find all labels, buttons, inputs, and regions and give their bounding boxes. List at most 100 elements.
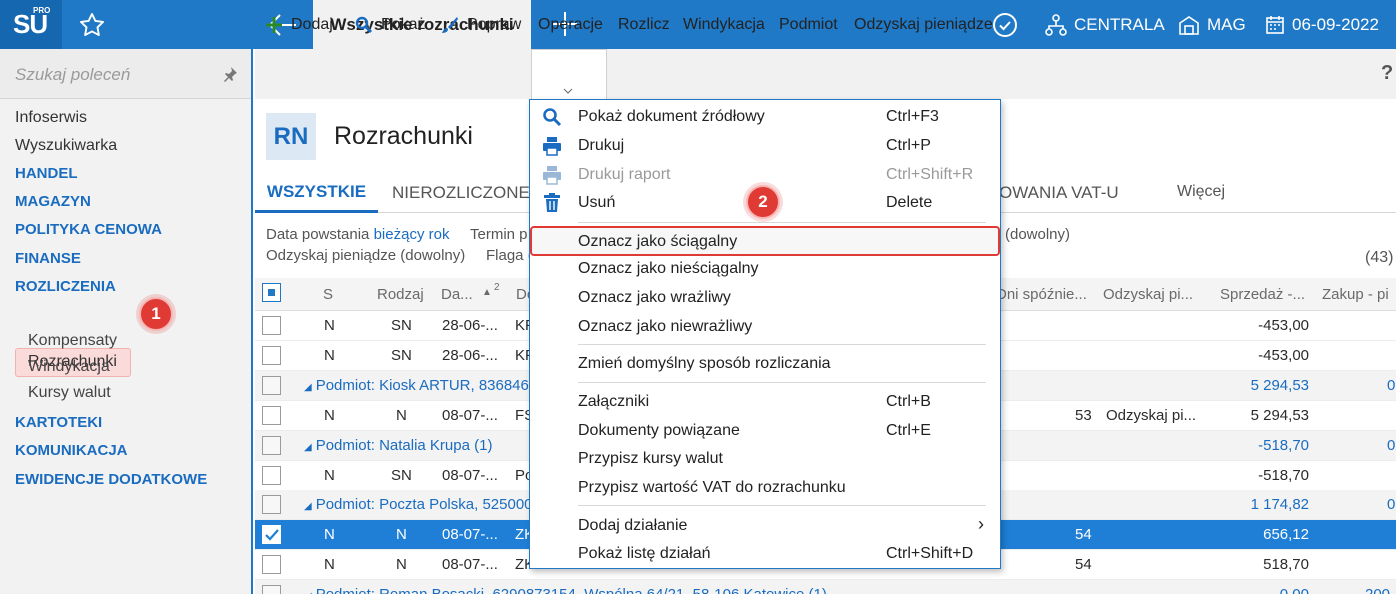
menu-mark-uncollectible[interactable]: Oznacz jako nieściągalny (530, 255, 1000, 283)
col-recover[interactable]: Odzyskaj pi... (1103, 286, 1193, 303)
cell-kind: SN (391, 467, 412, 484)
row-checkbox[interactable] (262, 436, 281, 455)
nav-group-communication[interactable]: KOMUNIKACJA (15, 442, 128, 459)
collapse-triangle-icon[interactable]: ◢ (304, 382, 312, 393)
sort-asc-icon: ▲ (482, 287, 492, 298)
date-selector[interactable]: 06-09-2022 (1265, 0, 1379, 49)
menu-assign-exchange-rates[interactable]: Przypisz kursy walut (530, 445, 1000, 473)
cell-days-late: 54 (1075, 556, 1092, 573)
pin-icon[interactable] (222, 66, 238, 82)
menu-shortcut: Ctrl+Shift+D (886, 545, 974, 562)
nav-group-magazyn[interactable]: MAGAZYN (15, 193, 91, 210)
col-sale[interactable]: Sprzedaż -... (1220, 286, 1305, 303)
menu-label: Załączniki (578, 393, 650, 410)
nav-group-pricing[interactable]: POLITYKA CENOWA (15, 221, 162, 238)
filter-term[interactable]: Termin p (470, 226, 528, 243)
row-checkbox-checked[interactable] (262, 525, 281, 544)
filter-created-date[interactable]: Data powstania bieżący rok (266, 226, 449, 243)
menu-label: Oznacz jako wrażliwy (578, 289, 731, 306)
row-checkbox[interactable] (262, 466, 281, 485)
row-checkbox[interactable] (262, 406, 281, 425)
menu-print[interactable]: Drukuj Ctrl+P (530, 132, 1000, 160)
sync-status[interactable] (992, 0, 1025, 49)
nav-infoserwis[interactable]: Infoserwis (15, 109, 87, 127)
menu-attachments[interactable]: Załączniki Ctrl+B (530, 388, 1000, 416)
menu-related-documents[interactable]: Dokumenty powiązane Ctrl+E (530, 417, 1000, 445)
nav-group-handel[interactable]: HANDEL (15, 165, 78, 182)
date-label: 06-09-2022 (1292, 15, 1379, 34)
menu-mark-sensitive[interactable]: Oznacz jako wrażliwy (530, 284, 1000, 312)
nav-group-finance[interactable]: FINANSE (15, 250, 81, 267)
group-label[interactable]: ◢ Podmiot: Poczta Polska, 525000 (304, 496, 533, 513)
recover-money-button[interactable]: Odzyskaj pieniądze (854, 16, 993, 34)
show-button[interactable]: Pokaż (355, 16, 425, 34)
group-row[interactable]: ◢Podmiot: Roman Bosacki, 6290873154, Wsp… (255, 580, 1396, 594)
star-icon[interactable] (78, 11, 106, 39)
row-checkbox[interactable] (262, 555, 281, 574)
add-button[interactable]: Dodaj (265, 16, 333, 34)
group-purchase: 0 (1387, 377, 1396, 394)
tab-unsettled[interactable]: NIEROZLICZONE (392, 183, 530, 203)
menu-label: Zmień domyślny sposób rozliczania (578, 355, 831, 372)
nav-item-exchange-rates[interactable]: Kursy walut (28, 384, 111, 402)
check-circle-icon (993, 12, 1017, 37)
select-all-checkbox[interactable] (262, 283, 281, 302)
tab-all[interactable]: WSZYSTKIE (255, 173, 378, 213)
nav-group-settlements[interactable]: ROZLICZENIA (15, 278, 116, 295)
app-logo[interactable]: SU PRO (0, 0, 62, 49)
col-kind[interactable]: Rodzaj (377, 286, 424, 303)
col-s[interactable]: S (323, 286, 333, 303)
col-days-late[interactable]: Dni spóźnie... (996, 286, 1087, 303)
menu-add-action[interactable]: Dodaj działanie › (530, 512, 1000, 540)
cell-date: 08-07-... (442, 407, 498, 424)
row-checkbox[interactable] (262, 495, 281, 514)
menu-change-settlement-method[interactable]: Zmień domyślny sposób rozliczania (530, 350, 1000, 378)
step-badge-1: 1 (139, 297, 173, 331)
col-purchase[interactable]: Zakup - pi (1322, 286, 1389, 303)
filter-recover[interactable]: Odzyskaj pieniądze (dowolny) (266, 247, 465, 264)
menu-show-source-document[interactable]: Pokaż dokument źródłowy Ctrl+F3 (530, 103, 1000, 131)
nav-group-files[interactable]: KARTOTEKI (15, 414, 102, 431)
menu-mark-insensitive[interactable]: Oznacz jako niewrażliwy (530, 313, 1000, 341)
menu-assign-vat[interactable]: Przypisz wartość VAT do rozrachunku (530, 474, 1000, 502)
row-checkbox[interactable] (262, 346, 281, 365)
nav-item-compensations[interactable]: Kompensaty (28, 332, 117, 350)
collection-button[interactable]: Windykacja (683, 16, 765, 34)
tab-vat[interactable]: OWANIA VAT-U (999, 183, 1119, 203)
group-sale: 5 294,53 (1250, 377, 1309, 394)
tab-more[interactable]: Więcej (1177, 183, 1225, 201)
group-label[interactable]: ◢Podmiot: Roman Bosacki, 6290873154, Wsp… (304, 586, 827, 594)
filter-flag[interactable]: Flaga ( (486, 247, 533, 264)
company-selector[interactable]: CENTRALA (1045, 0, 1165, 49)
collapse-triangle-icon[interactable]: ◢ (304, 442, 312, 453)
menu-label: Drukuj raport (578, 166, 671, 183)
cell-kind: SN (391, 347, 412, 364)
help-button[interactable]: ? (1381, 62, 1393, 85)
module-code: RN (266, 113, 316, 160)
edit-button[interactable]: Popraw (441, 16, 521, 34)
menu-show-actions-list[interactable]: Pokaż listę działań Ctrl+Shift+D (530, 540, 1000, 568)
collapse-triangle-icon[interactable]: ◢ (304, 501, 312, 512)
col-date[interactable]: Da... (441, 286, 473, 303)
entity-button[interactable]: Podmiot (779, 16, 838, 34)
nav-group-extra-records[interactable]: EWIDENCJE DODATKOWE (15, 471, 207, 488)
operations-label: Operacje (538, 16, 603, 33)
cell-s: N (324, 407, 335, 424)
nav-search-engine[interactable]: Wyszukiwarka (15, 137, 117, 155)
row-checkbox[interactable] (262, 585, 281, 594)
warehouse-selector[interactable]: MAG (1178, 0, 1246, 49)
group-label[interactable]: ◢ Podmiot: Kiosk ARTUR, 836846 (304, 377, 529, 394)
settle-button[interactable]: Rozlicz (618, 16, 670, 34)
row-checkbox[interactable] (262, 376, 281, 395)
group-label[interactable]: ◢ Podmiot: Natalia Krupa (1) (304, 437, 492, 454)
filter-created-value[interactable]: bieżący rok (374, 226, 450, 243)
brush-icon (442, 17, 458, 33)
menu-mark-collectible[interactable]: Oznacz jako ściągalny (530, 228, 1000, 256)
filter-any[interactable]: (dowolny) (1005, 226, 1070, 243)
row-checkbox[interactable] (262, 316, 281, 335)
menu-label: Oznacz jako nieściągalny (578, 260, 759, 277)
operations-menu-button[interactable]: Operacje (538, 16, 603, 34)
nav-item-collection[interactable]: Windykacja (28, 358, 110, 376)
calendar-icon (1266, 15, 1284, 34)
command-search[interactable]: Szukaj poleceń (0, 49, 251, 99)
